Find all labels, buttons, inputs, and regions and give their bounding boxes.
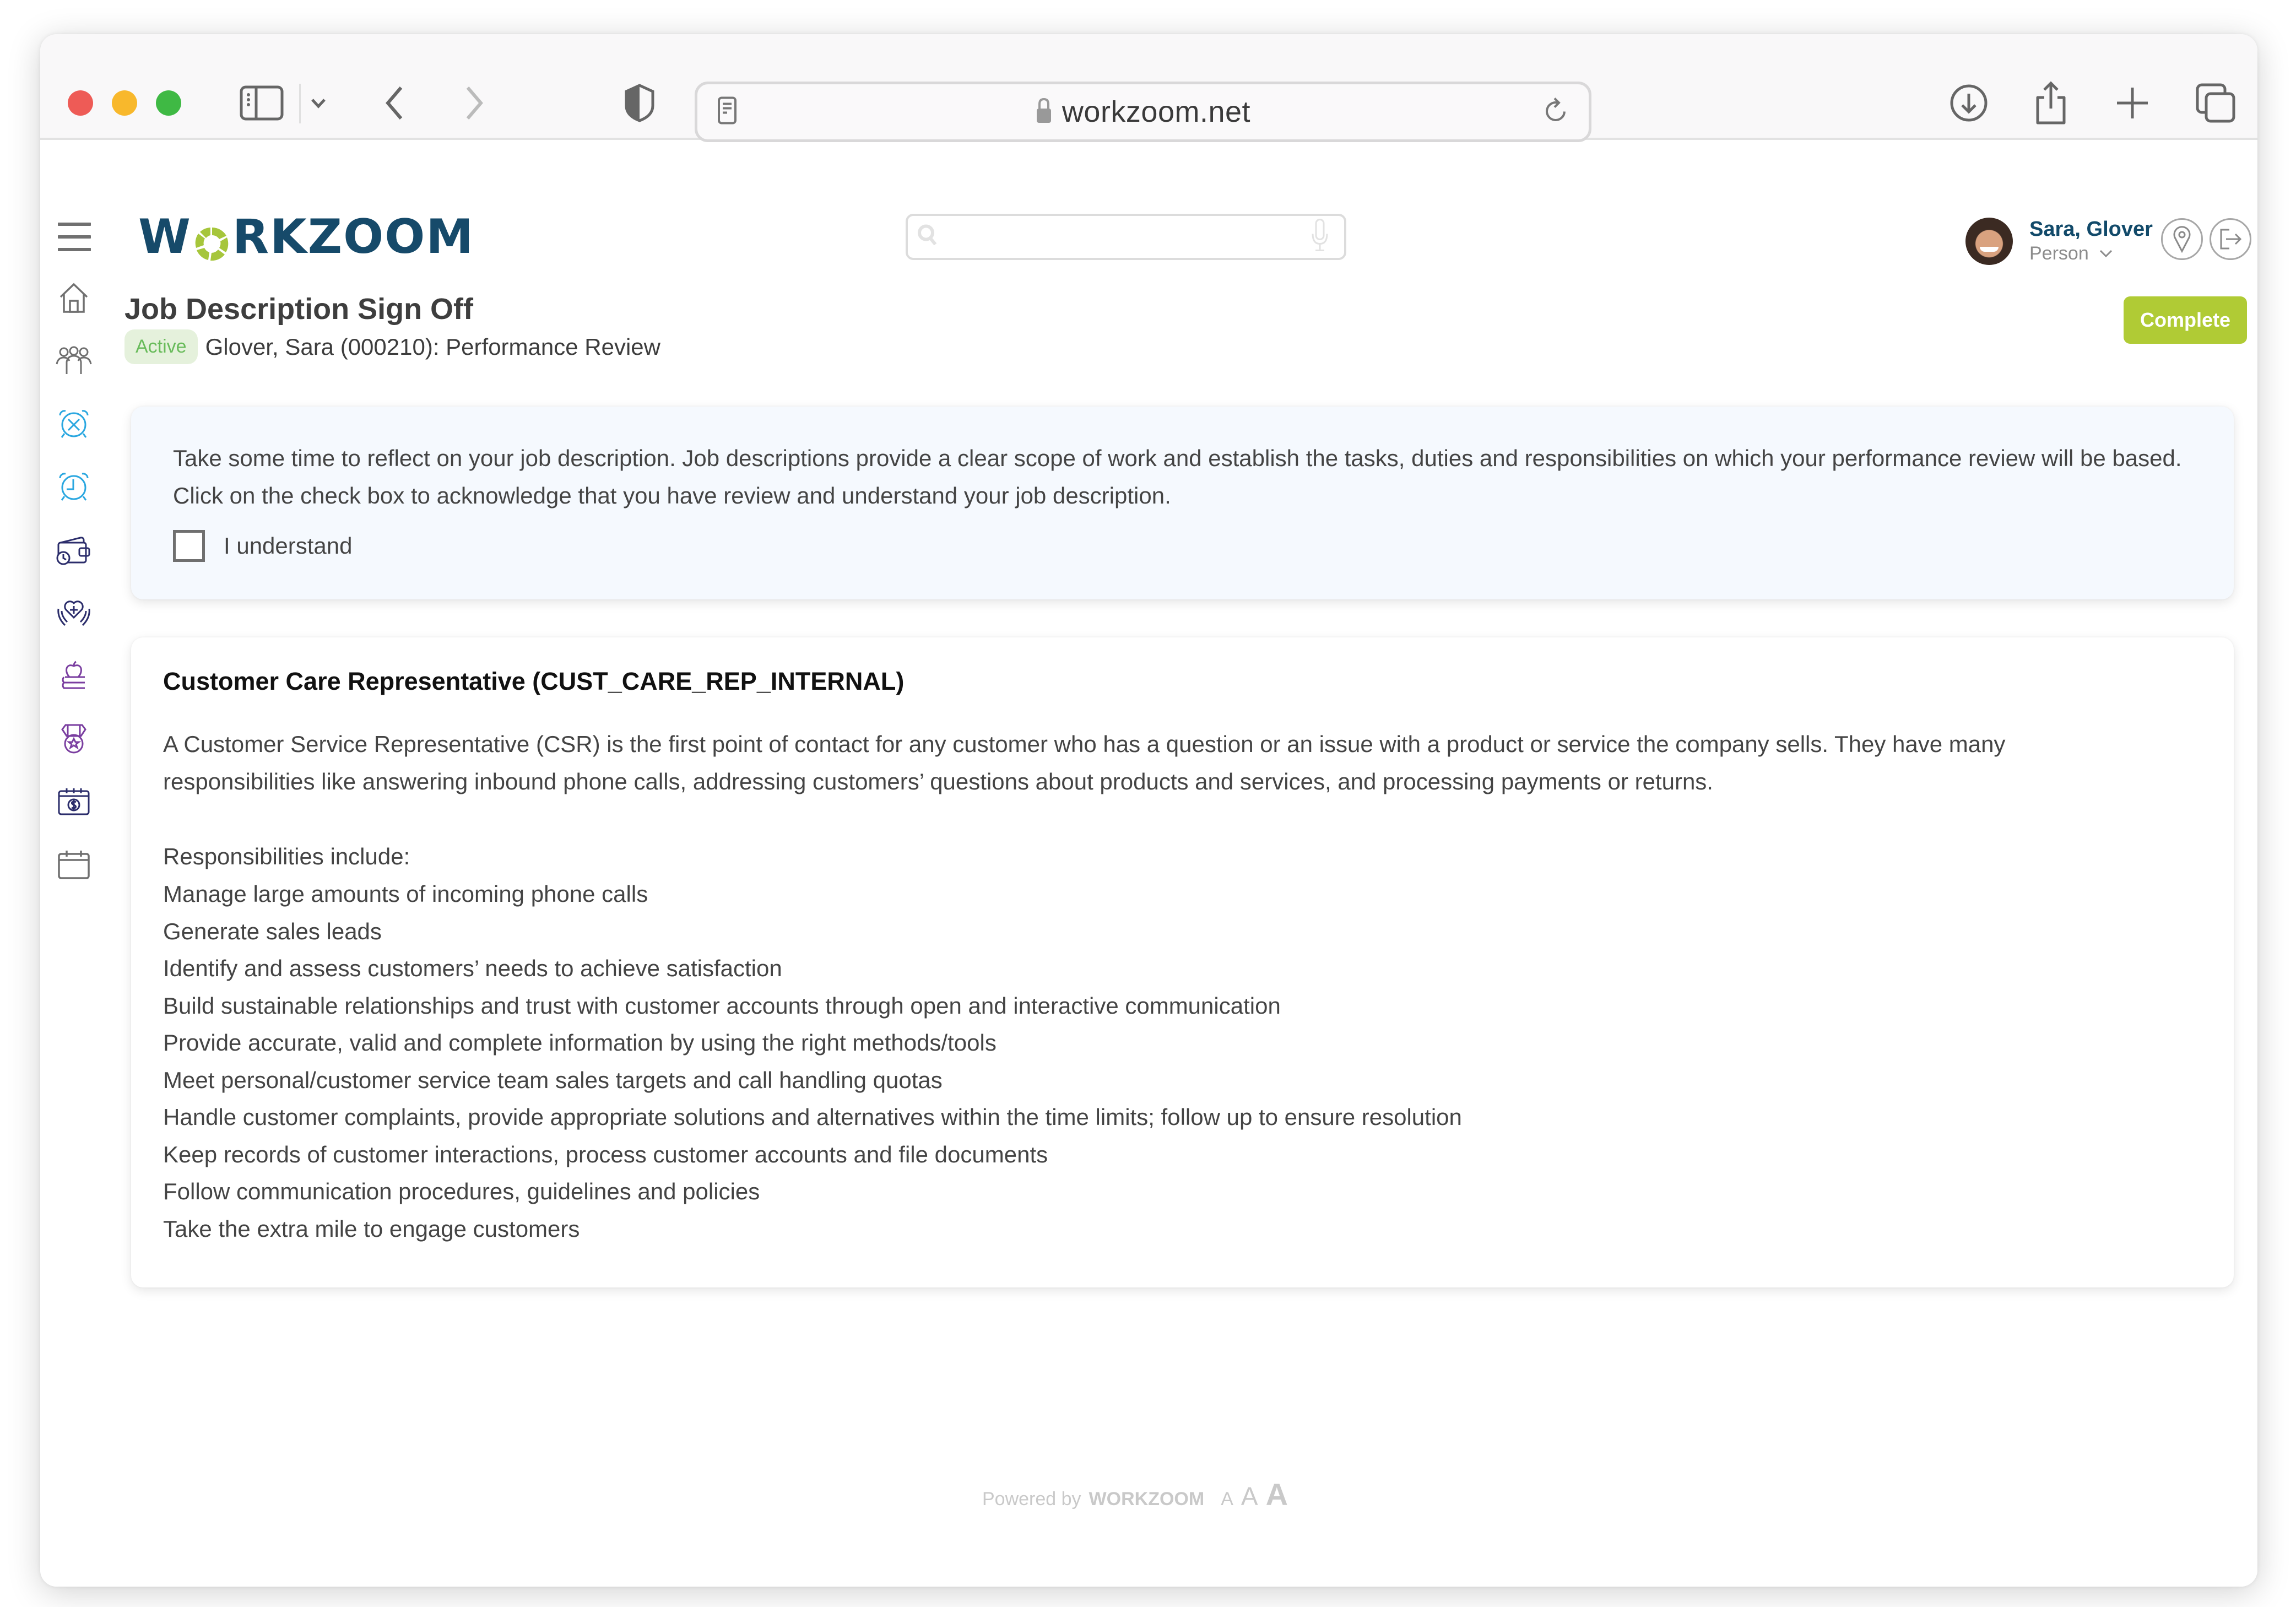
chevron-left-icon[interactable] [385,85,404,121]
toolbar-divider [299,84,301,123]
hamburger-line [58,248,91,251]
chevron-down-icon [2099,250,2112,258]
global-search[interactable] [906,214,1346,260]
sidebar-item-benefits[interactable] [56,595,92,631]
location-button[interactable] [2161,218,2203,260]
home-icon [59,283,88,313]
search-icon [917,224,939,251]
sidebar-item-time-tracking[interactable] [56,468,92,505]
hamburger-line [58,223,91,226]
responsibility-item: Generate sales leads [163,918,382,944]
reload-icon[interactable] [1544,96,1569,128]
app-content: W RKZOOM Sara, Glover Person Job Descrip… [40,142,2257,1587]
acknowledge-checkbox-row[interactable]: I understand [173,530,2192,562]
location-pin-icon [2173,226,2191,253]
powered-by-label: Powered by [982,1489,1081,1509]
page-title: Job Description Sign Off [124,293,474,326]
sidebar-icon[interactable] [240,85,284,121]
workzoom-logo[interactable]: W RKZOOM [138,209,474,264]
logo-text-suffix: RKZOOM [232,209,474,264]
responsibility-item: Manage large amounts of incoming phone c… [163,881,648,907]
tabs-icon[interactable] [2195,83,2236,123]
job-description: A Customer Service Representative (CSR) … [163,731,2006,794]
font-size-small-button[interactable]: A [1221,1489,1233,1510]
sidebar-item-home[interactable] [56,280,92,316]
page-subtitle: Glover, Sara (000210): Performance Revie… [205,333,660,360]
download-icon[interactable] [1950,84,1988,122]
sidebar-item-time-off[interactable] [56,405,92,442]
alarm-x-icon [59,410,89,438]
logo-aperture-icon [194,219,230,261]
footer-brand[interactable]: WORKZOOM [1089,1489,1205,1510]
footer: Powered by WORKZOOM A A A [982,1476,1288,1512]
address-bar[interactable]: workzoom.net [695,82,1591,142]
job-title: Customer Care Representative (CUST_CARE_… [163,667,905,695]
alarm-clock-icon [59,473,89,501]
acknowledgement-text: Take some time to reflect on your job de… [173,445,2182,508]
sidebar-item-pay-calendar[interactable] [56,783,92,820]
responsibility-item: Keep records of customer interactions, p… [163,1141,1048,1167]
wallet-clock-icon [56,537,90,565]
user-menu[interactable]: Sara, Glover Person [1965,217,2153,266]
responsibility-item: Take the extra mile to engage customers [163,1215,580,1242]
url-text: workzoom.net [1062,95,1251,128]
responsibilities-list: Manage large amounts of incoming phone c… [163,875,2202,1247]
shield-icon[interactable] [624,84,655,122]
zoom-window-button[interactable] [156,90,181,116]
close-window-button[interactable] [68,90,93,116]
browser-toolbar: workzoom.net [40,34,2257,142]
font-size-medium-button[interactable]: A [1241,1481,1258,1511]
responsibility-item: Follow communication procedures, guideli… [163,1178,760,1204]
share-icon[interactable] [2034,81,2067,125]
heart-hands-icon [57,600,90,626]
lock-icon [1036,98,1052,127]
font-size-large-button[interactable]: A [1266,1476,1288,1512]
sidebar-item-payroll[interactable] [56,532,92,569]
minimize-window-button[interactable] [112,90,137,116]
user-role: Person [2029,243,2089,264]
complete-button[interactable]: Complete [2124,296,2247,344]
browser-window: workzoom.net W RKZOOM Sara, Glover Perso… [40,34,2257,1587]
chevron-right-icon[interactable] [464,85,484,121]
page-subtitle-row: Active Glover, Sara (000210): Performanc… [124,329,660,364]
sidebar-item-recognition[interactable] [56,721,92,757]
hamburger-line [58,235,91,239]
understand-label[interactable]: I understand [224,533,353,559]
responsibility-item: Identify and assess customers’ needs to … [163,955,782,981]
user-name: Sara, Glover [2029,218,2153,241]
understand-checkbox[interactable] [173,530,205,562]
status-badge: Active [124,329,198,364]
medal-icon [61,724,86,754]
responsibility-item: Provide accurate, valid and complete inf… [163,1030,997,1056]
acknowledgement-card: Take some time to reflect on your job de… [131,407,2234,599]
responsibilities-heading: Responsibilities include: [163,843,410,869]
apple-books-icon [62,661,85,689]
responsibility-item: Handle customer complaints, provide appr… [163,1104,1462,1130]
people-icon [56,346,92,374]
job-description-card: Customer Care Representative (CUST_CARE_… [131,637,2234,1287]
sidebar-item-people[interactable] [56,343,92,379]
sidebar-item-learning[interactable] [56,658,92,694]
responsibility-item: Meet personal/customer service team sale… [163,1067,943,1093]
search-input[interactable] [947,221,1295,252]
logout-button[interactable] [2210,218,2251,260]
chevron-down-icon[interactable] [310,97,327,109]
menu-toggle[interactable] [58,223,91,251]
plus-icon[interactable] [2116,86,2149,120]
calendar-dollar-icon [58,788,90,815]
calendar-icon [58,851,90,879]
avatar[interactable] [1965,218,2013,265]
responsibility-item: Build sustainable relationships and trus… [163,992,1281,1019]
logout-icon [2220,229,2242,250]
sidebar-item-calendar[interactable] [56,846,92,883]
user-role-dropdown[interactable]: Person [2029,241,2153,266]
logo-text-prefix: W [138,209,192,264]
microphone-icon[interactable] [1311,219,1329,256]
